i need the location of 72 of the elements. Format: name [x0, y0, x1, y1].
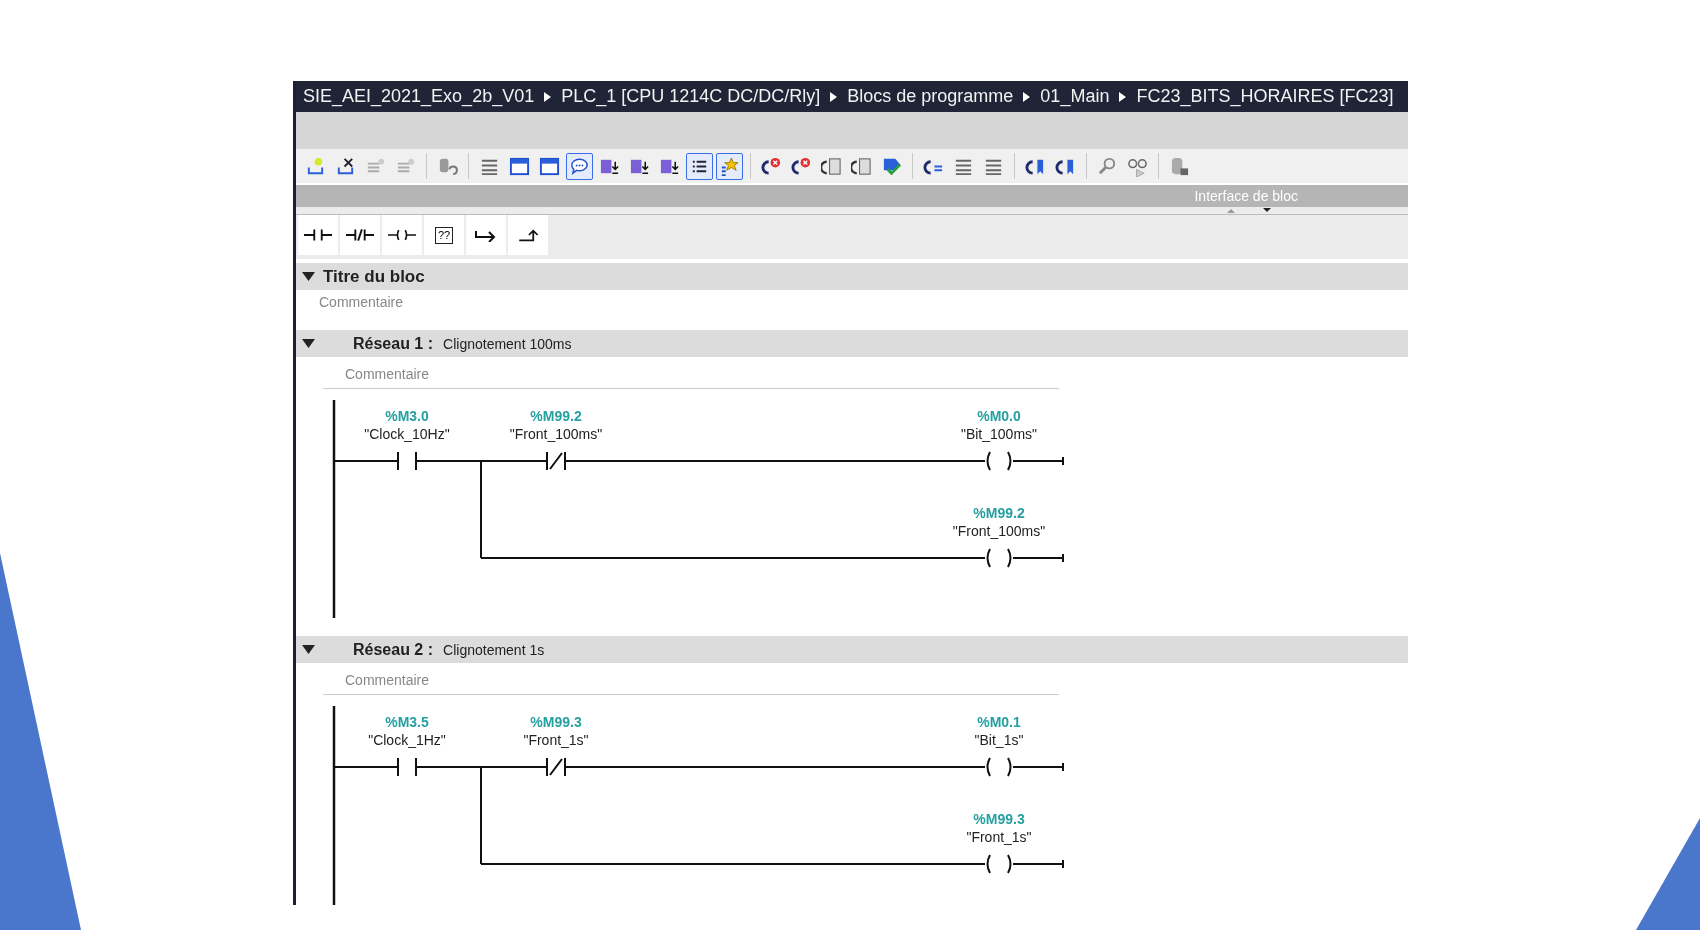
instruction-button[interactable]	[466, 215, 506, 255]
network-comment[interactable]: Commentaire	[323, 667, 1059, 695]
block-comment[interactable]: Commentaire	[296, 290, 1408, 314]
operand-address: %M99.2	[530, 408, 582, 424]
block-title: Titre du bloc	[323, 266, 425, 287]
wire	[1012, 456, 1064, 466]
operand-address: %M99.3	[973, 811, 1025, 827]
instruction-button[interactable]	[382, 215, 422, 255]
wire	[1012, 553, 1064, 563]
network-add-icon	[305, 155, 326, 177]
breadcrumb-arrow-icon	[830, 91, 838, 102]
operand-address: %M3.0	[385, 408, 429, 424]
operand-address: %M99.2	[973, 505, 1025, 521]
document-icon	[821, 155, 842, 177]
breadcrumb-item[interactable]: FC23_BITS_HORAIRES [FC23]	[1136, 86, 1394, 107]
tag-name: "Front_1s"	[966, 829, 1032, 845]
coil[interactable]	[986, 854, 1012, 874]
network-title: Clignotement 100ms	[443, 335, 572, 352]
wire	[1012, 859, 1064, 869]
wire	[1012, 762, 1064, 772]
toolbar-button[interactable]	[686, 152, 713, 180]
breadcrumb-arrow-icon	[1023, 91, 1031, 102]
tag-name: "Bit_1s"	[974, 732, 1024, 748]
tag-name: "Bit_100ms"	[960, 426, 1038, 442]
instruction-button[interactable]: ??	[424, 215, 464, 255]
tag-name: "Clock_1Hz"	[368, 732, 446, 748]
contact-icon	[304, 228, 332, 242]
instruction-button[interactable]	[298, 215, 338, 255]
wire	[333, 460, 399, 462]
network-label: Réseau 1 :	[353, 334, 434, 353]
tag-name: "Front_100ms"	[952, 523, 1046, 539]
magnifier-icon	[1097, 155, 1118, 177]
tag-name: "Front_1s"	[523, 732, 589, 748]
instruction-button[interactable]	[340, 215, 380, 255]
tag-name: "Clock_10Hz"	[364, 426, 450, 442]
network-label: Réseau 2 :	[353, 640, 434, 659]
network-delete-icon	[335, 155, 356, 177]
breadcrumb-arrow-icon	[1119, 91, 1127, 102]
collapse-arrow-icon[interactable]	[302, 272, 315, 281]
window-icon	[509, 155, 530, 177]
coil[interactable]	[986, 451, 1012, 471]
star-icon	[719, 155, 740, 177]
operand-address: %M0.0	[977, 408, 1021, 424]
operand-address: %M3.5	[385, 714, 429, 730]
coil[interactable]	[986, 757, 1012, 777]
normally-open-contact[interactable]	[397, 757, 417, 777]
network-comment[interactable]: Commentaire	[323, 361, 1059, 389]
breadcrumb-arrow-icon	[544, 91, 552, 102]
wire	[333, 766, 399, 768]
cylinder-lock-icon	[1169, 155, 1190, 177]
instruction-button[interactable]	[508, 215, 548, 255]
negated-contact-icon	[346, 228, 374, 242]
tag-name: "Front_100ms"	[509, 426, 603, 442]
coil-icon	[388, 228, 416, 242]
network-title: Clignotement 1s	[443, 641, 545, 658]
normally-closed-contact[interactable]	[546, 757, 566, 777]
breadcrumb-item[interactable]: Blocs de programme	[847, 86, 1014, 107]
arrow-error-icon	[791, 155, 812, 177]
operand-address: %M99.3	[530, 714, 582, 730]
operand-address: %M0.1	[977, 714, 1021, 730]
toolbar-button[interactable]	[566, 152, 593, 180]
breadcrumb-item[interactable]: SIE_AEI_2021_Exo_2b_V01	[303, 86, 535, 107]
normally-open-contact[interactable]	[397, 451, 417, 471]
normally-closed-contact[interactable]	[546, 451, 566, 471]
document-icon	[851, 155, 872, 177]
coil[interactable]	[986, 548, 1012, 568]
window-icon	[539, 155, 560, 177]
arrow-error-icon	[761, 155, 782, 177]
collapse-arrow-icon[interactable]	[302, 645, 315, 654]
breadcrumb-item[interactable]: 01_Main	[1040, 86, 1110, 107]
breadcrumb-item[interactable]: PLC_1 [CPU 1214C DC/DC/Rly]	[561, 86, 821, 107]
collapse-arrow-icon[interactable]	[302, 339, 315, 348]
